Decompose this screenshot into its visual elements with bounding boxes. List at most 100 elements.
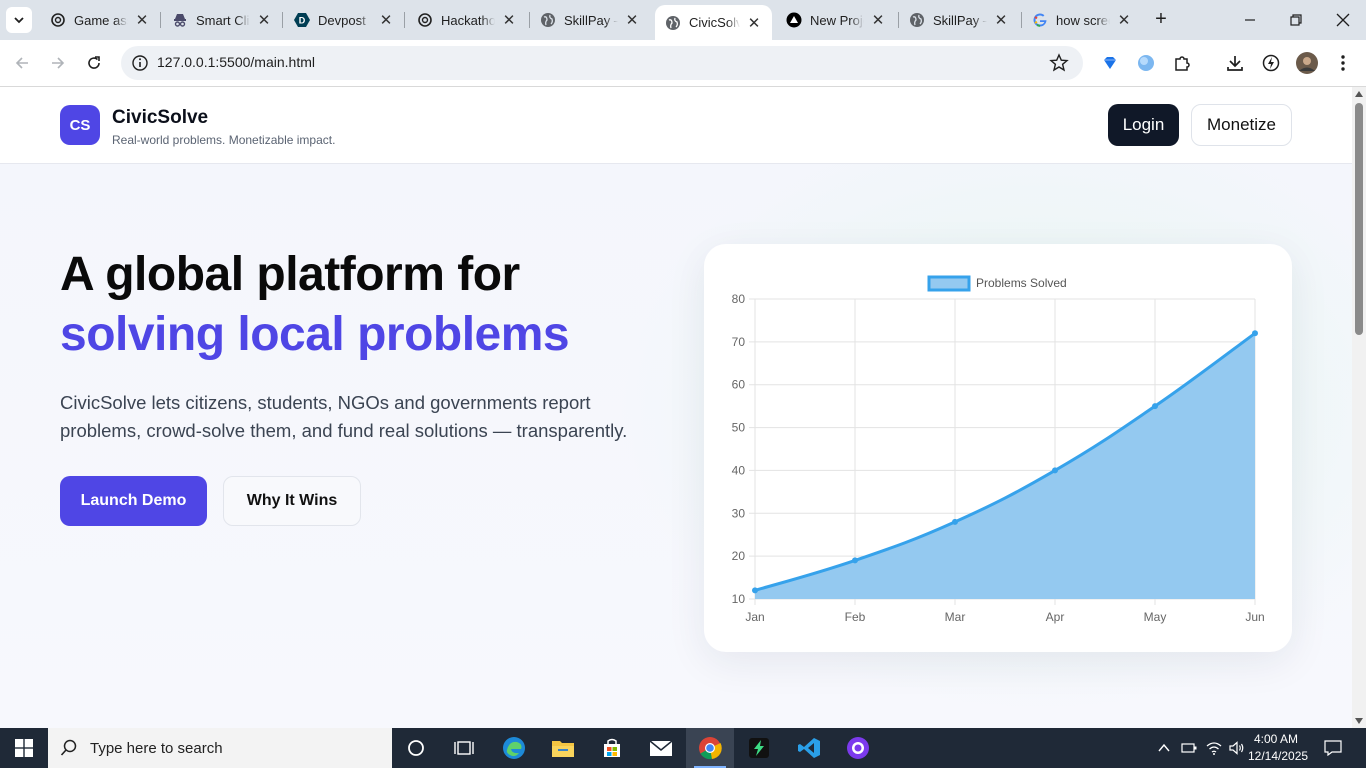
speaker-icon [1229,741,1244,755]
close-tab-icon[interactable]: ✕ [501,11,517,29]
url-text[interactable]: 127.0.0.1:5500/main.html [157,54,315,70]
hero-title-line1: A global platform for [60,248,520,301]
lightning-icon [749,738,769,758]
profile-avatar[interactable] [1295,51,1319,75]
clock-time: 4:00 AM [1253,732,1299,746]
folder-icon [552,741,574,757]
close-tab-icon[interactable]: ✕ [870,11,886,29]
download-icon[interactable] [1223,51,1247,75]
data-point[interactable] [1252,330,1258,337]
edge-app[interactable] [490,728,538,768]
monetize-button[interactable]: Monetize [1191,104,1292,146]
windows-logo-icon [15,739,33,757]
system-clock[interactable]: 4:00 AM 12/14/2025 [1248,731,1309,765]
tab-civicsolve[interactable]: CivicSolve ✕ [655,5,772,40]
scroll-up-arrow[interactable] [1355,91,1363,97]
close-window-button[interactable] [1331,8,1355,32]
globe-icon [665,15,681,31]
arrow-left-icon [15,57,28,69]
x-tick-label: Apr [1046,610,1065,624]
tab-new-project[interactable]: New Project ✕ [776,6,896,34]
file-explorer-app[interactable] [539,728,587,768]
extensions-puzzle-icon[interactable] [1170,51,1194,75]
y-tick-label: 30 [732,506,746,520]
close-icon [1336,13,1350,27]
task-view-button[interactable] [440,728,488,768]
openai-icon [417,12,433,28]
close-tab-icon[interactable]: ✕ [746,14,762,32]
vscode-app[interactable] [785,728,833,768]
reload-icon [88,56,100,69]
launch-demo-button[interactable]: Launch Demo [60,476,207,526]
legend-label[interactable]: Problems Solved [976,276,1067,290]
page-scrollbar[interactable] [1352,87,1366,728]
tab-title: SkillPay – [933,12,987,28]
reload-button[interactable] [82,51,106,75]
vscode-icon [798,738,820,758]
network-indicator[interactable] [1203,728,1225,768]
back-button[interactable] [10,51,34,75]
extension-diamond-icon[interactable] [1098,51,1122,75]
scroll-thumb[interactable] [1355,103,1363,335]
close-tab-icon[interactable]: ✕ [134,11,150,29]
tab-skillpay[interactable]: SkillPay – ✕ [530,6,650,34]
show-hidden-icons[interactable] [1154,728,1174,768]
tab-search-button[interactable] [6,7,32,33]
mail-app[interactable] [637,728,685,768]
chevron-up-icon [1158,743,1170,752]
data-point[interactable] [1152,403,1158,410]
chrome-app[interactable] [686,728,734,768]
restore-button[interactable] [1284,8,1308,32]
problems-solved-chart: 10 20 30 40 50 60 70 80 Jan Feb Mar Apr May Jun [732,275,1265,624]
y-tick-label: 10 [732,592,746,606]
close-tab-icon[interactable]: ✕ [1116,11,1132,29]
store-app[interactable] [588,728,636,768]
data-point[interactable] [852,557,858,564]
close-tab-icon[interactable]: ✕ [256,11,272,29]
address-bar[interactable]: 127.0.0.1:5500/main.html [121,46,1083,80]
why-it-wins-button[interactable]: Why It Wins [223,476,361,526]
tab-game-assets[interactable]: Game assets ✕ [40,6,160,34]
bookmark-star-icon[interactable] [1049,53,1069,78]
spy-icon [172,12,188,28]
browser-menu-icon[interactable] [1331,51,1355,75]
clock-date: 12/14/2025 [1248,749,1309,763]
data-point[interactable] [952,518,958,525]
x-tick-label: Jun [1245,610,1264,624]
tab-smart-clicker[interactable]: Smart Clicker ✕ [162,6,282,34]
tab-title: Smart Clicker [196,12,250,28]
extension-orb-icon[interactable] [1134,51,1158,75]
taskbar-search[interactable]: Type here to search [48,728,392,768]
scroll-down-arrow[interactable] [1355,718,1363,724]
login-button[interactable]: Login [1108,104,1179,146]
legend-swatch[interactable] [927,275,971,292]
minimize-button[interactable] [1238,8,1262,32]
tab-devpost[interactable]: D Devpost ✕ [284,6,404,34]
cortana-button[interactable] [392,728,440,768]
close-tab-icon[interactable]: ✕ [993,11,1009,29]
start-button[interactable] [0,728,48,768]
tab-google-search[interactable]: how screenshot ✕ [1022,6,1142,34]
battery-indicator[interactable] [1178,728,1200,768]
data-point[interactable] [752,587,758,594]
app-green-bolt[interactable] [735,728,783,768]
close-tab-icon[interactable]: ✕ [624,11,640,29]
logo[interactable]: CS [60,105,100,145]
tab-hackathon[interactable]: Hackathon ✕ [407,6,527,34]
y-tick-label: 40 [732,463,746,477]
tab-separator [404,12,405,28]
data-point[interactable] [1052,467,1058,474]
task-view-icon [454,741,474,755]
forward-button[interactable] [46,51,70,75]
y-tick-label: 60 [732,378,746,392]
site-info-icon[interactable] [131,54,149,77]
tab-skillpay-2[interactable]: SkillPay – ✕ [899,6,1019,34]
browser-toolbar: 127.0.0.1:5500/main.html [0,40,1366,87]
volume-indicator[interactable] [1226,728,1248,768]
performance-icon[interactable] [1259,51,1283,75]
search-icon [60,739,77,756]
close-tab-icon[interactable]: ✕ [378,11,394,29]
new-tab-button[interactable]: + [1150,9,1172,31]
github-desktop-app[interactable] [834,728,882,768]
notification-center[interactable] [1320,728,1346,768]
